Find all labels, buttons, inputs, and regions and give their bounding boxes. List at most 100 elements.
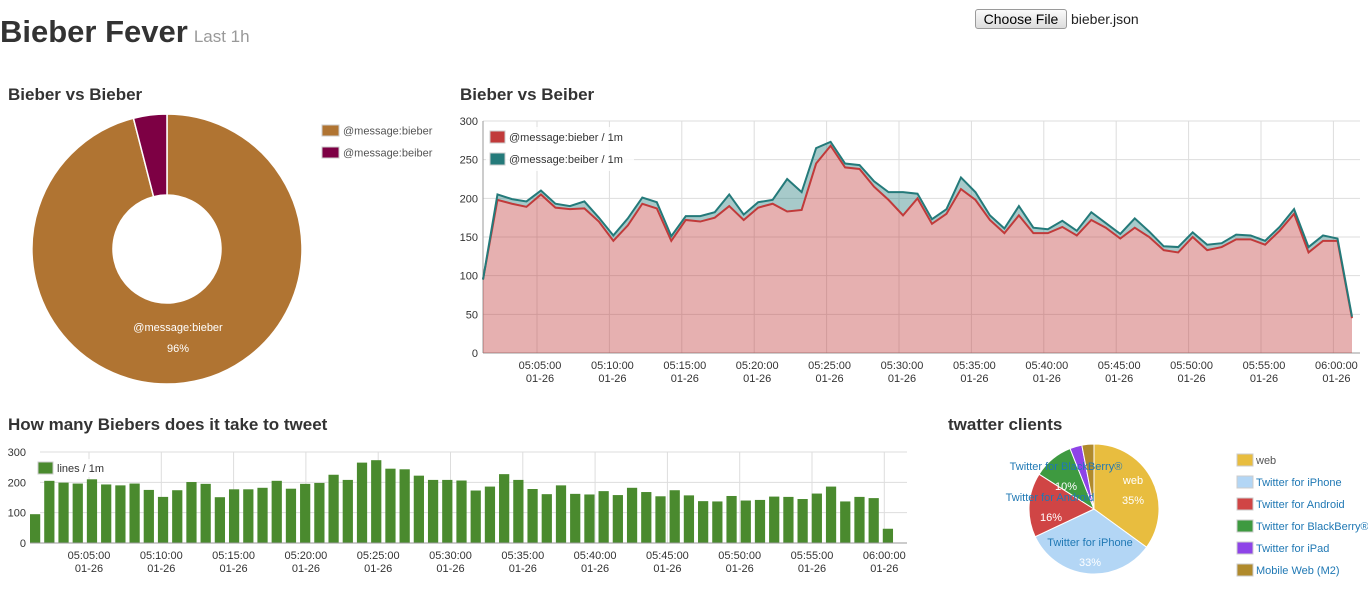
file-name-label: bieber.json [1071,11,1139,27]
bar [811,493,822,543]
clients-percent-blackberry: 10% [1055,481,1077,493]
bar-x-tick-date: 01-26 [798,563,826,575]
clients-label-web: web [1122,475,1143,487]
page-subtitle: Last 1h [193,27,250,46]
area-panel-title: Bieber vs Beiber [460,85,595,104]
bar [769,496,780,543]
bar-x-tick-time: 05:55:00 [791,550,834,562]
bar-x-tick-time: 05:25:00 [357,550,400,562]
clients-legend-swatch [1236,475,1254,489]
bar [797,499,808,543]
bar [300,483,311,543]
bar [58,482,69,543]
area-legend-swatch [489,152,506,166]
bar [726,495,737,543]
area-y-tick: 200 [460,193,478,205]
bar [285,488,297,543]
bar-panel-title: How many Biebers does it take to tweet [8,415,328,434]
area-x-tick-time: 05:10:00 [591,360,634,372]
bar-x-tick-date: 01-26 [581,563,609,575]
bar-x-tick-time: 05:35:00 [501,550,544,562]
clients-legend-swatch [1236,453,1254,467]
area-x-tick-time: 05:40:00 [1025,360,1068,372]
bar [882,528,894,543]
bar-x-tick-time: 05:10:00 [140,550,183,562]
area-y-tick: 150 [460,232,478,244]
bar [101,484,112,543]
area-x-tick-time: 05:35:00 [953,360,996,372]
bar [172,490,183,543]
bar [484,486,496,543]
clients-legend-swatch [1236,541,1254,555]
bar [371,460,382,543]
bar [868,498,879,543]
bar [527,489,538,543]
area-y-tick: 0 [472,348,478,360]
bar-x-tick-date: 01-26 [220,563,248,575]
bar-y-tick: 100 [8,508,26,520]
bar [641,492,652,543]
bar [854,496,865,543]
bar-x-tick-time: 05:50:00 [718,550,761,562]
bar-x-tick-time: 05:45:00 [646,550,689,562]
bar [413,475,424,543]
bar [143,489,154,543]
area-x-tick-date: 01-26 [1178,373,1206,385]
bar [584,494,595,543]
clients-percent-web: 35% [1122,495,1144,507]
clients-legend-label: Twitter for iPad [1256,543,1329,555]
page-title-text: Bieber Fever [0,14,188,49]
bar [740,500,751,543]
clients-legend-swatch [1236,519,1254,533]
clients-legend-label: Twitter for Android [1256,499,1345,511]
clients-panel-title: twatter clients [948,415,1063,434]
bar-x-tick-time: 05:40:00 [574,550,617,562]
bar [427,479,439,543]
donut-legend-label: @message:bieber [343,126,433,138]
area-x-tick-time: 05:05:00 [519,360,562,372]
bar [157,496,169,543]
area-y-tick: 250 [460,155,478,167]
area-chart: 05010015020025030005:05:0001-2605:10:000… [460,116,1360,385]
bar-x-tick-date: 01-26 [292,563,320,575]
bar [470,490,481,543]
choose-file-button[interactable]: Choose File [975,9,1067,29]
bar [86,479,98,543]
bar [754,499,766,543]
bar [385,468,396,543]
area-legend-label: @message:bieber / 1m [509,132,623,144]
area-x-tick-time: 05:15:00 [663,360,706,372]
area-x-tick-time: 05:50:00 [1170,360,1213,372]
bar-legend-swatch [37,461,54,475]
bar [442,479,453,543]
bar [328,474,339,543]
area-x-tick-time: 05:55:00 [1243,360,1286,372]
clients-label-iphone: Twitter for iPhone [1047,537,1133,549]
bar [356,462,368,543]
bar [513,479,524,543]
area-y-tick: 300 [460,116,478,128]
bar-x-tick-date: 01-26 [436,563,464,575]
area-x-tick-date: 01-26 [960,373,988,385]
bar [555,485,567,543]
bar-x-tick-time: 05:05:00 [68,550,111,562]
bar-x-tick-date: 01-26 [726,563,754,575]
bar [499,474,510,543]
bar [825,486,837,543]
clients-legend-label: Twitter for iPhone [1256,477,1342,489]
bar-legend-label: lines / 1m [57,463,104,475]
donut-slice-label: @message:bieber [133,322,223,334]
bar-x-tick-date: 01-26 [509,563,537,575]
donut-chart: @message:bieber 96% @message:bieber @messag… [31,113,433,385]
bar [698,501,709,543]
bar [200,483,211,543]
bar [271,480,282,543]
bar [683,495,695,543]
bar-x-tick-date: 01-26 [75,563,103,575]
area-x-tick-date: 01-26 [1322,373,1350,385]
clients-legend-label: web [1255,455,1276,467]
area-x-tick-date: 01-26 [888,373,916,385]
clients-label-android: Twitter for Android [1006,492,1095,504]
clients-label-blackberry: Twitter for BlackBerry® [1010,461,1123,473]
bar-x-tick-date: 01-26 [147,563,175,575]
